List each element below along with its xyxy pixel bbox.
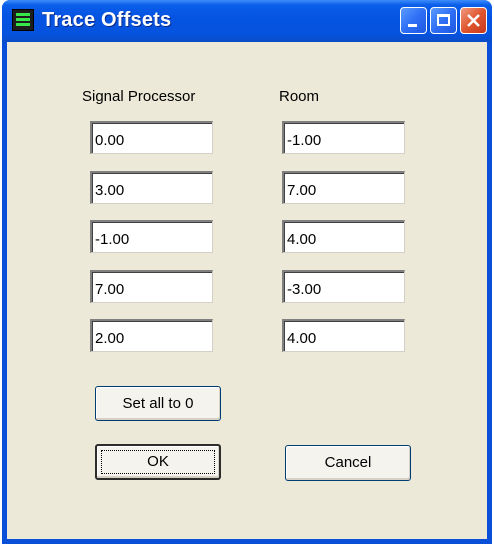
trace-offsets-window: Trace Offsets Signal Processor Room Set … xyxy=(2,0,492,544)
signal-processor-label: Signal Processor xyxy=(82,88,196,105)
signal-processor-offset-5[interactable] xyxy=(90,319,213,352)
room-offset-4[interactable] xyxy=(282,270,405,303)
close-icon xyxy=(467,14,480,27)
ok-button[interactable]: OK xyxy=(95,444,221,480)
close-button[interactable] xyxy=(460,7,487,34)
room-offset-2[interactable] xyxy=(282,171,405,204)
room-offset-5[interactable] xyxy=(282,319,405,352)
room-offset-1[interactable] xyxy=(282,121,405,154)
room-label: Room xyxy=(279,88,320,105)
set-all-to-zero-label: Set all to 0 xyxy=(122,395,194,412)
signal-processor-offset-2[interactable] xyxy=(90,171,213,204)
set-all-to-zero-button[interactable]: Set all to 0 xyxy=(95,386,221,421)
trace-app-icon[interactable] xyxy=(12,9,34,31)
cancel-button[interactable]: Cancel xyxy=(285,445,411,481)
maximize-button[interactable] xyxy=(430,7,457,34)
minimize-button[interactable] xyxy=(400,7,427,34)
cancel-label: Cancel xyxy=(324,454,372,471)
title-bar[interactable]: Trace Offsets xyxy=(2,0,492,42)
signal-processor-offset-3[interactable] xyxy=(90,220,213,253)
maximize-icon xyxy=(437,14,450,26)
signal-processor-offset-1[interactable] xyxy=(90,121,213,154)
room-offset-3[interactable] xyxy=(282,220,405,253)
minimize-icon xyxy=(408,24,417,27)
signal-processor-offset-4[interactable] xyxy=(90,270,213,303)
window-title: Trace Offsets xyxy=(42,9,172,31)
focus-rectangle xyxy=(101,450,215,474)
